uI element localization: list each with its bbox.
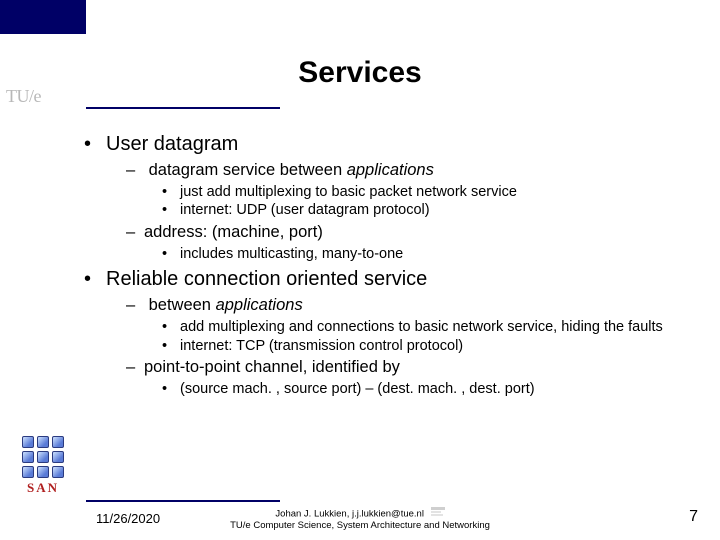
bullet-text: datagram service between [149,161,347,179]
bullet-l2: between applications [126,295,690,316]
page-number: 7 [689,508,698,526]
bullet-text-em: applications [216,296,303,314]
corner-accent [0,0,86,34]
bullet-l3: includes multicasting, many-to-one [162,245,690,264]
bullet-l1: Reliable connection oriented service [90,267,690,293]
rule-top [86,107,280,109]
san-logo: SAN [14,436,72,496]
bullet-text: between [149,296,216,314]
bullet-l3: just add multiplexing to basic packet ne… [162,183,690,202]
tue-icon [431,507,445,521]
bullet-text-em: applications [347,161,434,179]
bullet-l2: datagram service between applications [126,160,690,181]
footer-center: Johan J. Lukkien, j.j.lukkien@tue.nl TU/… [0,507,720,532]
bullet-l3: internet: UDP (user datagram protocol) [162,201,690,220]
bullet-l2: address: (machine, port) [126,222,690,243]
san-label: SAN [14,480,72,496]
bullet-l3: (source mach. , source port) – (dest. ma… [162,380,690,399]
footer-line2: TU/e Computer Science, System Architectu… [230,520,490,531]
bullet-l3: internet: TCP (transmission control prot… [162,337,690,356]
slide-title: Services [0,56,720,90]
footer-line1: Johan J. Lukkien, j.j.lukkien@tue.nl [275,509,424,520]
rule-bottom [86,500,280,502]
bullet-l2: point-to-point channel, identified by [126,357,690,378]
bullet-l3: add multiplexing and connections to basi… [162,318,690,337]
slide-body: User datagram datagram service between a… [90,132,690,399]
bullet-l1: User datagram [90,132,690,158]
